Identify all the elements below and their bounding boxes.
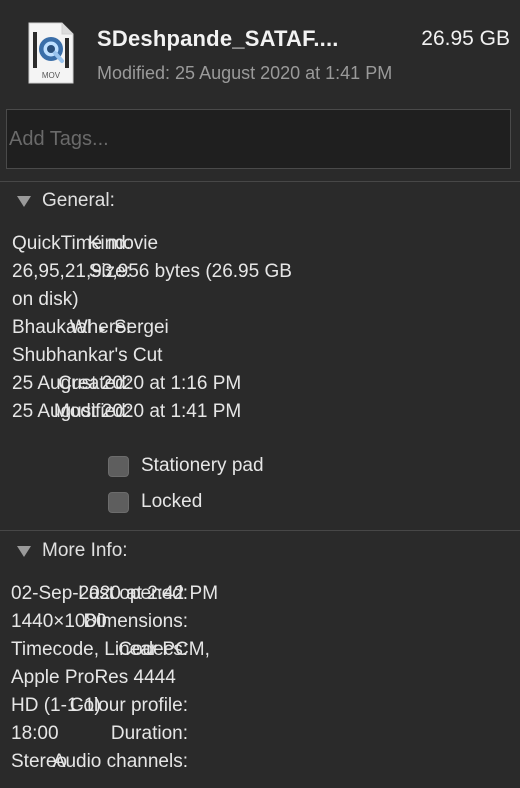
svg-text:MOV: MOV: [42, 71, 61, 80]
modified-date: Modified: 25 August 2020 at 1:41 PM: [97, 63, 393, 83]
stationery-pad-option[interactable]: Stationery pad: [108, 455, 264, 477]
size-value: 26,95,21,93,956 bytes (26.95 GB: [12, 261, 292, 282]
last-opened-row: Last opened: 02-Sep-2020 at 2:42 PM: [0, 580, 218, 608]
kind-value: QuickTime movie: [12, 233, 159, 254]
disclosure-triangle-icon: [17, 545, 31, 557]
created-value: 25 August 2020 at 1:16 PM: [12, 373, 242, 394]
section-general-toggle[interactable]: General:: [17, 190, 115, 212]
divider: [0, 181, 520, 182]
audio-channels-label: Audio channels:: [52, 751, 188, 772]
codecs-value-cont: Apple ProRes 4444: [11, 667, 176, 688]
created-row: Created: 25 August 2020 at 1:16 PM: [0, 370, 241, 398]
where-folder: Bhaukaal: [12, 317, 92, 338]
colour-profile-row: Colour profile: HD (1-1-1): [0, 692, 188, 720]
tags-field[interactable]: [6, 109, 511, 169]
stationery-pad-label: Stationery pad: [141, 455, 264, 476]
where-row: Where: Bhaukaal ▸ Sergei Shubhankar's Cu…: [0, 314, 169, 366]
locked-label: Locked: [141, 491, 203, 512]
section-more-info-toggle[interactable]: More Info:: [17, 540, 128, 562]
section-general-title: General:: [42, 190, 115, 211]
duration-label: Duration:: [110, 723, 188, 744]
file-name: SDeshpande_SATAF....: [97, 26, 339, 51]
size-row: Size: 26,95,21,93,956 bytes (26.95 GB on…: [0, 258, 292, 310]
colour-profile-value: HD (1-1-1): [11, 695, 101, 716]
size-value-cont: on disk): [12, 289, 79, 310]
file-size: 26.95 GB: [421, 27, 510, 50]
locked-checkbox[interactable]: [108, 491, 129, 513]
codecs-row: Codecs: Timecode, Linear PCM, Apple ProR…: [0, 636, 210, 688]
where-path: Bhaukaal ▸ Sergei: [12, 314, 169, 343]
where-value-cont: Shubhankar's Cut: [12, 345, 163, 366]
modified-value: 25 August 2020 at 1:41 PM: [12, 401, 242, 422]
audio-channels-value: Stereo: [11, 751, 67, 772]
audio-channels-row: Audio channels: Stereo: [0, 748, 188, 776]
divider: [0, 530, 520, 531]
dimensions-value: 1440×1080: [11, 611, 107, 632]
path-separator-icon: ▸: [99, 322, 106, 336]
dimensions-row: Dimensions: 1440×1080: [0, 608, 188, 636]
tags-input[interactable]: [7, 110, 510, 168]
disclosure-triangle-icon: [17, 195, 31, 207]
quicktime-mov-file-icon: MOV: [28, 22, 74, 84]
kind-row: Kind: QuickTime movie: [0, 230, 158, 258]
section-more-info-title: More Info:: [42, 540, 128, 561]
where-subfolder: Sergei: [113, 317, 169, 338]
locked-option[interactable]: Locked: [108, 491, 202, 513]
file-header: MOV SDeshpande_SATAF.... 26.95 GB Modifi…: [0, 0, 520, 100]
codecs-value: Timecode, Linear PCM,: [11, 639, 210, 660]
duration-row: Duration: 18:00: [0, 720, 188, 748]
modified-row: Modified: 25 August 2020 at 1:41 PM: [0, 398, 241, 426]
duration-value: 18:00: [11, 723, 59, 744]
stationery-pad-checkbox[interactable]: [108, 455, 129, 477]
last-opened-value: 02-Sep-2020 at 2:42 PM: [11, 583, 219, 604]
